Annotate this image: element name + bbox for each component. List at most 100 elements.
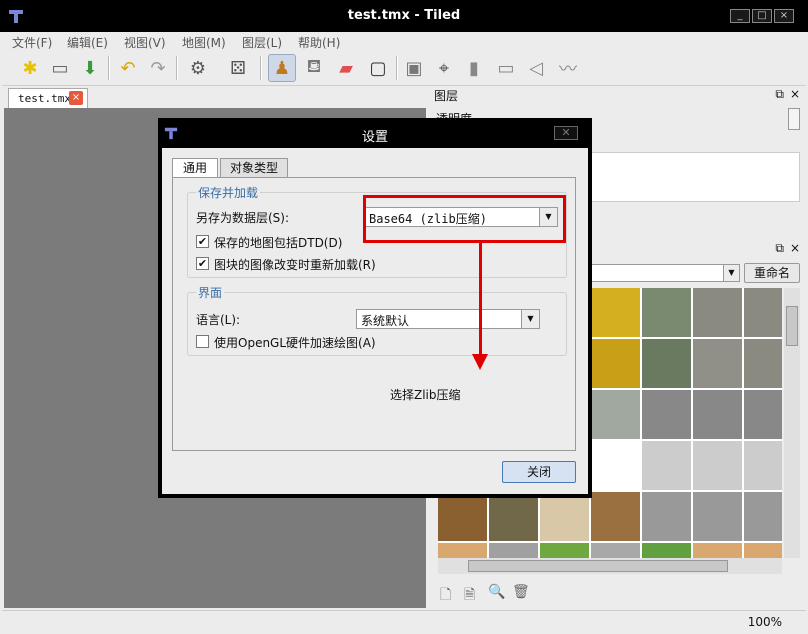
tile[interactable] [744,492,782,542]
delete-tileset-icon[interactable]: 🗑 [512,584,530,600]
maximize-button[interactable]: □ [752,9,772,23]
menu-edit[interactable]: 编辑(E) [67,34,108,51]
tile[interactable] [591,492,641,542]
document-tabbar: test.tmx × [2,86,426,108]
tile[interactable] [642,288,692,338]
new-icon[interactable]: ✱ [16,54,44,82]
tile[interactable] [744,339,782,389]
eraser-icon[interactable]: ▰ [332,54,360,82]
tileset-select[interactable]: ▼ [588,264,740,282]
tab-object-types[interactable]: 对象类型 [220,158,288,178]
tile[interactable] [642,543,692,558]
layers-panel-header: 图层 ⧉ × [430,86,806,104]
tile[interactable] [693,543,743,558]
annotation-arrow-head [472,354,488,370]
insert-image-icon[interactable]: ▭ [492,54,520,82]
tile[interactable] [693,492,743,542]
minimize-button[interactable]: _ [730,9,750,23]
tab-label: test.tmx [18,92,71,105]
tile[interactable] [489,543,539,558]
main-toolbar: ✱ ▭ ⬇ ↶ ↷ ⚙ ⚄ ♟ ⛾ ▰ ▢ ▣ ⌖ ▮ ▭ ◁ 〰 [2,50,806,86]
select-objects-icon[interactable]: ⌖ [430,54,458,82]
tile[interactable] [642,441,692,491]
tile[interactable] [438,543,488,558]
tile[interactable] [693,288,743,338]
dtd-label: 保存的地图包括DTD(D) [214,236,343,250]
tile[interactable] [591,543,641,558]
menu-layer[interactable]: 图层(L) [242,34,282,51]
tile[interactable] [591,441,641,491]
tileset-vertical-scrollbar[interactable] [784,288,800,558]
close-window-button[interactable]: × [774,9,794,23]
tile[interactable] [540,492,590,542]
insert-tile-icon[interactable]: ▮ [460,54,488,82]
chevron-down-icon: ▼ [723,265,739,281]
zoom-level: 100% [747,615,782,629]
tab-test-tmx[interactable]: test.tmx × [8,88,88,108]
stamp-icon[interactable]: ♟ [268,54,296,82]
tile[interactable] [744,441,782,491]
menu-view[interactable]: 视图(V) [124,34,166,51]
tileset-tools: 🗋 🗎 🔍 🗑 [438,584,538,604]
tile[interactable] [642,390,692,440]
tile[interactable] [744,543,782,558]
layers-list[interactable] [584,152,800,202]
float-icon[interactable]: ⧉ [775,241,784,256]
random-icon[interactable]: ⚄ [224,54,252,82]
tile[interactable] [489,492,539,542]
tileset-horizontal-scrollbar[interactable] [438,558,782,574]
tile[interactable] [642,492,692,542]
menu-map[interactable]: 地图(M) [182,34,226,51]
status-bar: 100% [2,610,806,632]
dtd-checkbox[interactable]: ✔ [196,235,209,248]
tileset-properties-icon[interactable]: 🔍 [488,584,505,600]
image-layer-icon[interactable]: ▣ [400,54,428,82]
tile[interactable] [591,288,641,338]
tab-general[interactable]: 通用 [172,158,218,178]
import-tileset-icon[interactable]: 🗎 [464,584,475,608]
window-title: test.tmx - Tiled [347,8,461,23]
open-icon[interactable]: ▭ [46,54,74,82]
reload-checkbox[interactable]: ✔ [196,257,209,270]
main-window: test.tmx - Tiled _ □ × 文件(F) 编辑(E) 视图(V)… [0,0,808,634]
highlight-box [363,195,566,243]
tile[interactable] [693,339,743,389]
float-icon[interactable]: ⧉ [775,87,784,102]
layers-panel-title: 图层 [434,89,459,103]
command-icon[interactable]: ⚙ [184,54,212,82]
save-icon[interactable]: ⬇ [76,54,104,82]
redo-icon[interactable]: ↷ [144,54,172,82]
tile[interactable] [744,390,782,440]
preferences-dialog: 设置 ✕ 通用 对象类型 保存并加载 另存为数据层(S): Base64 (zl… [158,118,592,498]
annotation-text: 选择Zlib压缩 [390,388,461,402]
dialog-close-icon[interactable]: ✕ [554,126,578,140]
annotation-arrow-shaft [479,243,482,358]
new-tileset-icon[interactable]: 🗋 [440,584,451,608]
language-select[interactable]: 系统默认 ▼ [356,309,540,329]
menu-file[interactable]: 文件(F) [12,34,52,51]
opengl-checkbox[interactable] [196,335,209,348]
bucket-icon[interactable]: ⛾ [300,54,328,82]
rename-button[interactable]: 重命名 [744,263,800,283]
rect-select-icon[interactable]: ▢ [364,54,392,82]
insert-polyline-icon[interactable]: 〰 [554,54,582,82]
tile[interactable] [540,543,590,558]
opengl-label: 使用OpenGL硬件加速绘图(A) [214,336,376,350]
save-load-group-title: 保存并加载 [196,184,261,201]
tile[interactable] [693,441,743,491]
menu-help[interactable]: 帮助(H) [298,34,340,51]
layer-format-label: 另存为数据层(S): [196,211,290,225]
tile[interactable] [693,390,743,440]
close-icon[interactable]: × [790,241,800,255]
close-tab-icon[interactable]: × [69,91,83,105]
tile[interactable] [744,288,782,338]
tile[interactable] [591,390,641,440]
tile[interactable] [642,339,692,389]
tile[interactable] [591,339,641,389]
opacity-slider[interactable] [788,108,800,130]
close-icon[interactable]: × [790,87,800,101]
tile[interactable] [438,492,488,542]
undo-icon[interactable]: ↶ [114,54,142,82]
insert-polygon-icon[interactable]: ◁ [522,54,550,82]
close-button[interactable]: 关闭 [502,461,576,483]
